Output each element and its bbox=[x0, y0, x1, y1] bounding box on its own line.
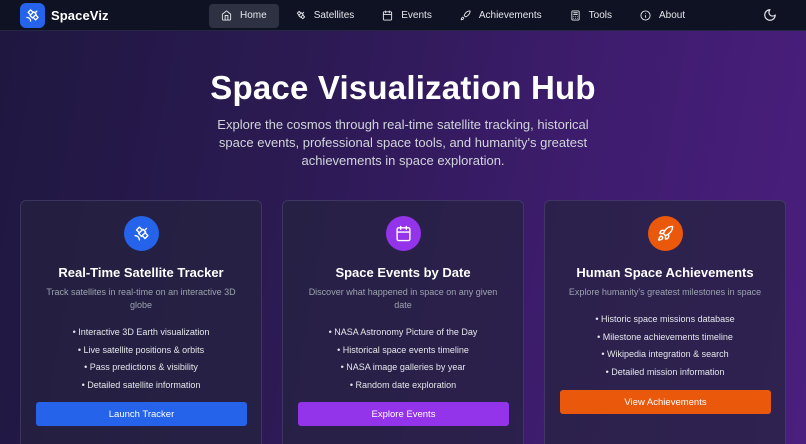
calculator-icon bbox=[571, 10, 580, 21]
list-item: • Historic space missions database bbox=[595, 314, 735, 324]
list-item: • NASA Astronomy Picture of the Day bbox=[328, 327, 478, 337]
nav-item-tools[interactable]: Tools bbox=[558, 4, 624, 28]
list-item: • Detailed mission information bbox=[605, 366, 725, 377]
brand-name: SpaceViz bbox=[51, 7, 109, 23]
hero: Space Visualization Hub Explore the cosm… bbox=[0, 31, 806, 170]
satellite-logo-icon bbox=[20, 2, 45, 28]
nav-item-home[interactable]: Home bbox=[209, 3, 279, 28]
card-human-achievements: Human Space Achievements Explore humanit… bbox=[544, 200, 786, 444]
brand[interactable]: SpaceViz bbox=[20, 2, 109, 28]
list-item: • Random date exploration bbox=[349, 379, 457, 390]
list-item: • Live satellite positions & orbits bbox=[77, 344, 205, 355]
satellite-icon bbox=[296, 10, 305, 20]
nav-item-satellites[interactable]: Satellites bbox=[283, 4, 367, 28]
card-description: Discover what happened in space on any g… bbox=[308, 287, 498, 310]
list-item: • NASA image galleries by year bbox=[340, 362, 466, 372]
card-satellite-tracker: Real-Time Satellite Tracker Track satell… bbox=[20, 200, 262, 444]
feature-list: • NASA Astronomy Picture of the Day • Hi… bbox=[283, 324, 523, 394]
view-achievements-button[interactable]: View Achievements bbox=[560, 390, 771, 414]
top-navbar: SpaceViz Home Satellites Events Achievem… bbox=[0, 0, 806, 31]
moon-icon[interactable] bbox=[763, 8, 777, 22]
info-icon bbox=[640, 10, 651, 21]
list-item: • Detailed satellite information bbox=[81, 379, 201, 390]
calendar-icon bbox=[383, 10, 393, 21]
nav-item-label: Home bbox=[240, 10, 267, 21]
card-description: Explore humanity's greatest milestones i… bbox=[568, 287, 762, 297]
page-title: Space Visualization Hub bbox=[210, 69, 596, 106]
explore-events-button[interactable]: Explore Events bbox=[298, 402, 509, 426]
list-item: • Milestone achievements timeline bbox=[597, 331, 733, 342]
hero-subtitle: Explore the cosmos through real-time sat… bbox=[217, 117, 589, 168]
nav-item-label: Events bbox=[401, 10, 432, 21]
rocket-icon bbox=[647, 216, 683, 251]
card-title: Real-Time Satellite Tracker bbox=[58, 265, 224, 280]
card-space-events: Space Events by Date Discover what happe… bbox=[282, 200, 524, 444]
rocket-icon bbox=[460, 10, 471, 21]
launch-tracker-button[interactable]: Launch Tracker bbox=[36, 402, 247, 426]
nav-item-label: Satellites bbox=[313, 10, 355, 21]
nav-item-about[interactable]: About bbox=[628, 4, 697, 28]
feature-list: • Historic space missions database • Mil… bbox=[545, 311, 785, 381]
nav-item-label: Achievements bbox=[478, 10, 542, 21]
list-item: • Pass predictions & visibility bbox=[84, 362, 198, 372]
nav-menu: Home Satellites Events Achievements Tool… bbox=[209, 0, 697, 31]
satellite-icon bbox=[123, 216, 159, 251]
home-icon bbox=[221, 10, 232, 21]
nav-item-achievements[interactable]: Achievements bbox=[448, 4, 554, 28]
nav-item-events[interactable]: Events bbox=[370, 4, 444, 28]
card-description: Track satellites in real-time on an inte… bbox=[46, 287, 236, 310]
nav-item-label: About bbox=[659, 10, 686, 21]
list-item: • Interactive 3D Earth visualization bbox=[72, 327, 210, 337]
nav-item-label: Tools bbox=[588, 10, 613, 21]
feature-list: • Interactive 3D Earth visualization • L… bbox=[21, 324, 261, 394]
feature-cards: Real-Time Satellite Tracker Track satell… bbox=[20, 200, 786, 444]
list-item: • Historical space events timeline bbox=[337, 344, 469, 355]
card-title: Human Space Achievements bbox=[576, 265, 754, 280]
card-title: Space Events by Date bbox=[335, 265, 471, 280]
list-item: • Wikipedia integration & search bbox=[601, 349, 729, 359]
calendar-icon bbox=[385, 216, 421, 251]
